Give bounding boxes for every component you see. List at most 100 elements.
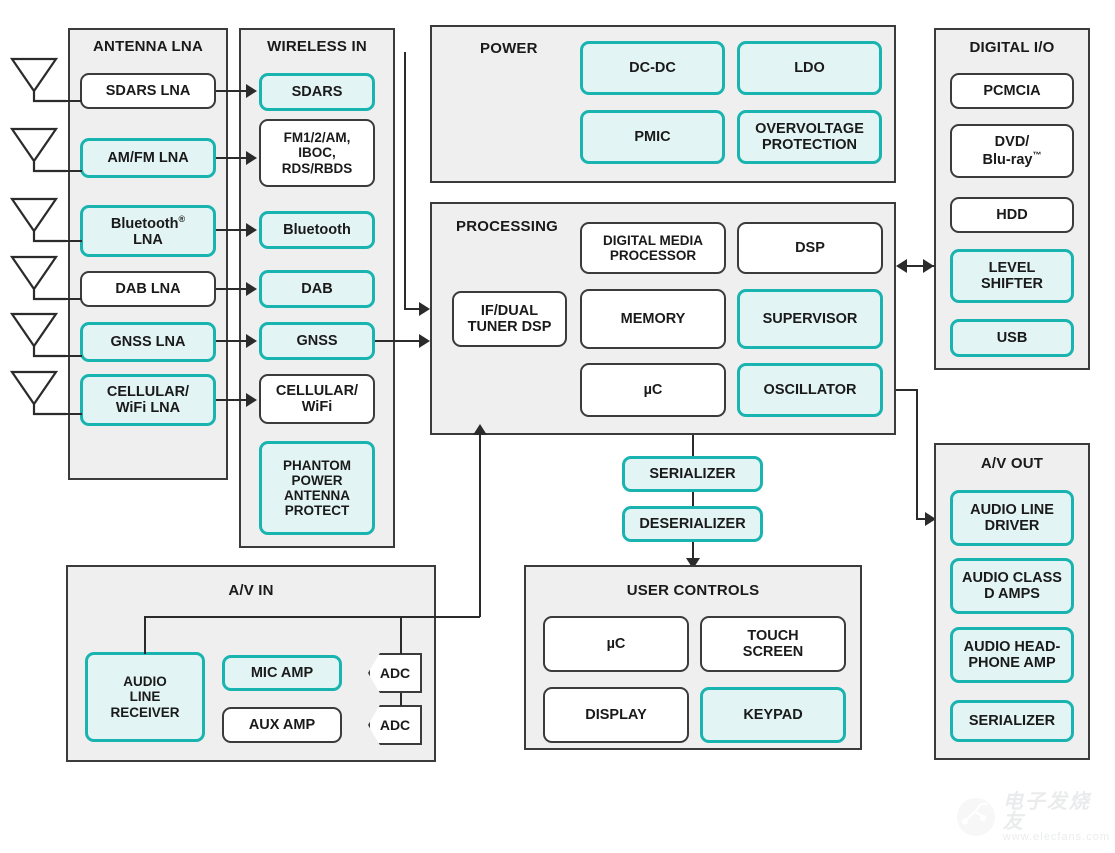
block-label: Bluetooth® LNA xyxy=(110,213,186,248)
block-dvd-bluray[interactable]: DVD/Blu-ray™ xyxy=(950,124,1074,178)
arrow-to-digitalio xyxy=(923,259,934,273)
block-label: IF/DUAL TUNER DSP xyxy=(467,302,552,335)
wire-antenna-6 xyxy=(64,413,82,415)
antenna-symbol-6 xyxy=(10,370,66,416)
block-fm-am-iboc-rds[interactable]: FM1/2/AM, IBOC, RDS/RBDS xyxy=(259,119,375,187)
block-label: GNSS xyxy=(296,332,338,349)
block-gnss[interactable]: GNSS xyxy=(259,322,375,360)
wire-processing-avout-h1 xyxy=(896,389,918,391)
wire-antenna-3 xyxy=(64,240,82,242)
block-label: OVERVOLTAGE PROTECTION xyxy=(755,120,864,153)
panel-title-digital-io: DIGITAL I/O xyxy=(969,39,1055,56)
block-label: AUDIO HEAD- PHONE AMP xyxy=(963,638,1061,671)
panel-title-av-in: A/V IN xyxy=(228,582,274,599)
block-bluetooth[interactable]: Bluetooth xyxy=(259,211,375,249)
block-label: DESERIALIZER xyxy=(639,515,746,532)
block-pcmcia[interactable]: PCMCIA xyxy=(950,73,1074,109)
watermark-text: 电子发烧友 www.elecfans.com xyxy=(1003,792,1110,843)
block-mic-amp[interactable]: MIC AMP xyxy=(222,655,342,691)
block-label: DISPLAY xyxy=(585,706,647,723)
block-hdd[interactable]: HDD xyxy=(950,197,1074,233)
wire-antenna-2 xyxy=(64,170,82,172)
panel-title-power: POWER xyxy=(480,40,538,57)
arrow-to-processing-from-avin xyxy=(473,424,487,435)
block-aux-amp[interactable]: AUX AMP xyxy=(222,707,342,743)
watermark: 电子发烧友 www.elecfans.com xyxy=(955,788,1110,846)
block-ldo[interactable]: LDO xyxy=(737,41,882,95)
block-label: SDARS xyxy=(291,83,343,100)
block-deserializer[interactable]: DESERIALIZER xyxy=(622,506,763,542)
block-audio-line-receiver[interactable]: AUDIO LINE RECEIVER xyxy=(85,652,205,742)
watermark-cn: 电子发烧友 xyxy=(1002,790,1091,833)
arrow-into-processing-1 xyxy=(419,302,430,316)
arrow-to-processing xyxy=(896,259,907,273)
block-label: DIGITAL MEDIA PROCESSOR xyxy=(603,232,703,263)
block-dsp[interactable]: DSP xyxy=(737,222,883,274)
block-label: µC xyxy=(643,381,663,398)
block-pmic[interactable]: PMIC xyxy=(580,110,725,164)
block-audio-line-driver[interactable]: AUDIO LINE DRIVER xyxy=(950,490,1074,546)
block-dab[interactable]: DAB xyxy=(259,270,375,308)
wire-avin-alr-v xyxy=(144,616,146,654)
wire-antenna-4 xyxy=(64,298,82,300)
wire-avin-adc-link xyxy=(400,693,402,706)
block-overvoltage-protection[interactable]: OVERVOLTAGE PROTECTION xyxy=(737,110,882,164)
block-label: CELLULAR/WiFi xyxy=(275,382,359,415)
wire-wireless-bus-vertical xyxy=(404,52,406,310)
block-label: ADC xyxy=(379,665,411,681)
block-diagram-canvas: ANTENNA LNA SDARS LNA AM/FM LNA Bluetoot… xyxy=(0,0,1115,853)
arrow-into-processing-2 xyxy=(419,334,430,348)
block-phantom-power-antenna-protect[interactable]: PHANTOM POWER ANTENNA PROTECT xyxy=(259,441,375,535)
antenna-symbol-2 xyxy=(10,127,66,173)
block-touch-screen[interactable]: TOUCH SCREEN xyxy=(700,616,846,672)
block-dc-dc[interactable]: DC-DC xyxy=(580,41,725,95)
block-serializer-avout[interactable]: SERIALIZER xyxy=(950,700,1074,742)
block-gnss-lna[interactable]: GNSS LNA xyxy=(80,322,216,362)
block-label: SUPERVISOR xyxy=(762,310,858,327)
block-label: PCMCIA xyxy=(983,82,1041,99)
block-memory[interactable]: MEMORY xyxy=(580,289,726,349)
block-cellular-wifi[interactable]: CELLULAR/WiFi xyxy=(259,374,375,424)
block-microcontroller[interactable]: µC xyxy=(580,363,726,417)
block-supervisor[interactable]: SUPERVISOR xyxy=(737,289,883,349)
block-label: GNSS LNA xyxy=(110,333,186,350)
block-if-dual-tuner-dsp[interactable]: IF/DUAL TUNER DSP xyxy=(452,291,567,347)
block-label: DAB LNA xyxy=(115,280,181,297)
block-keypad[interactable]: KEYPAD xyxy=(700,687,846,743)
arrow-cellular xyxy=(246,393,257,407)
block-level-shifter[interactable]: LEVEL SHIFTER xyxy=(950,249,1074,303)
block-label: TOUCH SCREEN xyxy=(742,627,804,660)
block-bluetooth-lna[interactable]: Bluetooth® LNA xyxy=(80,205,216,257)
wire-antenna-5 xyxy=(64,355,82,357)
block-label: SERIALIZER xyxy=(968,712,1056,729)
block-sdars-lna[interactable]: SDARS LNA xyxy=(80,73,216,109)
block-label: LEVEL SHIFTER xyxy=(980,259,1044,292)
block-audio-headphone-amp[interactable]: AUDIO HEAD- PHONE AMP xyxy=(950,627,1074,683)
block-cellular-wifi-lna[interactable]: CELLULAR/WiFi LNA xyxy=(80,374,216,426)
arrow-amfm xyxy=(246,151,257,165)
block-am-fm-lna[interactable]: AM/FM LNA xyxy=(80,138,216,178)
block-display[interactable]: DISPLAY xyxy=(543,687,689,743)
block-label: DSP xyxy=(795,239,825,256)
block-label: AUDIO CLASS D AMPS xyxy=(962,569,1062,602)
block-oscillator[interactable]: OSCILLATOR xyxy=(737,363,883,417)
block-user-microcontroller[interactable]: µC xyxy=(543,616,689,672)
block-audio-class-d-amps[interactable]: AUDIO CLASS D AMPS xyxy=(950,558,1074,614)
antenna-symbol-3 xyxy=(10,197,66,243)
block-serializer[interactable]: SERIALIZER xyxy=(622,456,763,492)
block-label: MIC AMP xyxy=(250,664,314,681)
wire-avin-bus-h xyxy=(144,616,402,618)
block-digital-media-processor[interactable]: DIGITAL MEDIA PROCESSOR xyxy=(580,222,726,274)
block-label: DVD/Blu-ray™ xyxy=(982,133,1042,168)
block-usb[interactable]: USB xyxy=(950,319,1074,357)
block-label: CELLULAR/WiFi LNA xyxy=(106,383,190,416)
arrow-dab xyxy=(246,282,257,296)
panel-title-processing: PROCESSING xyxy=(456,218,559,235)
antenna-symbol-1 xyxy=(10,57,66,103)
block-sdars[interactable]: SDARS xyxy=(259,73,375,111)
block-label: SERIALIZER xyxy=(649,465,736,482)
block-label: AUDIO LINE RECEIVER xyxy=(110,674,180,720)
block-label: PMIC xyxy=(634,128,671,145)
block-label: AM/FM LNA xyxy=(107,149,189,166)
block-dab-lna[interactable]: DAB LNA xyxy=(80,271,216,307)
